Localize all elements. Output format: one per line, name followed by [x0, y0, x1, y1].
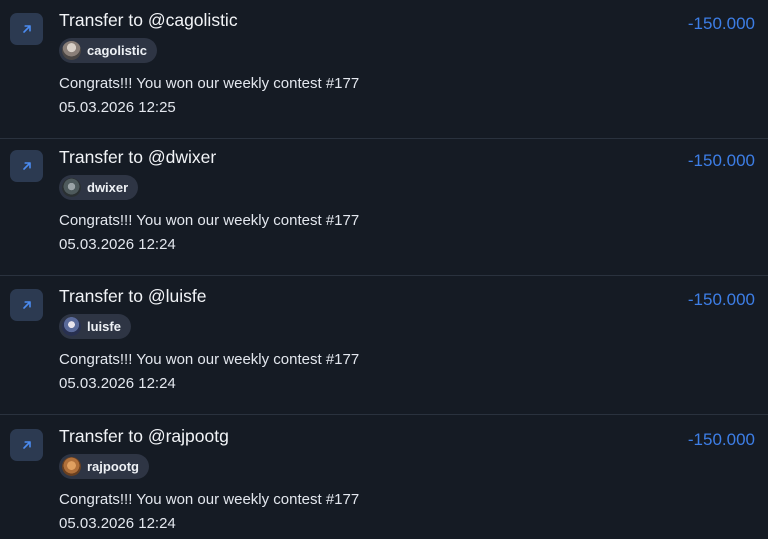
username: rajpootg [87, 459, 139, 474]
user-chip[interactable]: luisfe [59, 314, 131, 339]
transaction-date: 05.03.2026 12:24 [59, 375, 176, 392]
transaction-message: Congrats!!! You won our weekly contest #… [59, 75, 360, 92]
transaction-title: Transfer to @rajpootg [59, 426, 229, 446]
user-avatar-icon [62, 41, 81, 60]
transaction-date: 05.03.2026 12:25 [59, 99, 176, 116]
username: luisfe [87, 319, 121, 334]
user-avatar-icon [62, 317, 81, 336]
transaction-message: Congrats!!! You won our weekly contest #… [59, 351, 360, 368]
arrow-up-right-icon [10, 13, 43, 45]
transaction-date: 05.03.2026 12:24 [59, 515, 176, 532]
transaction-date: 05.03.2026 12:24 [59, 236, 176, 253]
username: cagolistic [87, 43, 147, 58]
transaction-title: Transfer to @luisfe [59, 286, 207, 306]
arrow-up-right-icon [10, 150, 43, 182]
transaction-item[interactable]: Transfer to @cagolistic cagolistic Congr… [0, 0, 768, 139]
user-avatar-icon [62, 457, 81, 476]
transaction-item[interactable]: Transfer to @luisfe luisfe Congrats!!! Y… [0, 276, 768, 415]
transaction-title: Transfer to @cagolistic [59, 10, 238, 30]
transaction-item[interactable]: Transfer to @dwixer dwixer Congrats!!! Y… [0, 137, 768, 276]
user-chip[interactable]: cagolistic [59, 38, 157, 63]
username: dwixer [87, 180, 129, 195]
user-avatar-icon [62, 178, 81, 197]
arrow-up-right-icon [10, 429, 43, 461]
transaction-amount: -150.000 [687, 430, 755, 449]
user-chip[interactable]: rajpootg [59, 454, 149, 479]
transaction-amount: -150.000 [687, 290, 755, 309]
transaction-item[interactable]: Transfer to @rajpootg rajpootg Congrats!… [0, 416, 768, 539]
transaction-message: Congrats!!! You won our weekly contest #… [59, 491, 360, 508]
transaction-message: Congrats!!! You won our weekly contest #… [59, 212, 360, 229]
transaction-amount: -150.000 [687, 151, 755, 170]
arrow-up-right-icon [10, 289, 43, 321]
transaction-amount: -150.000 [687, 14, 755, 33]
transaction-list: Transfer to @cagolistic cagolistic Congr… [0, 0, 768, 539]
user-chip[interactable]: dwixer [59, 175, 139, 200]
transaction-title: Transfer to @dwixer [59, 147, 217, 167]
